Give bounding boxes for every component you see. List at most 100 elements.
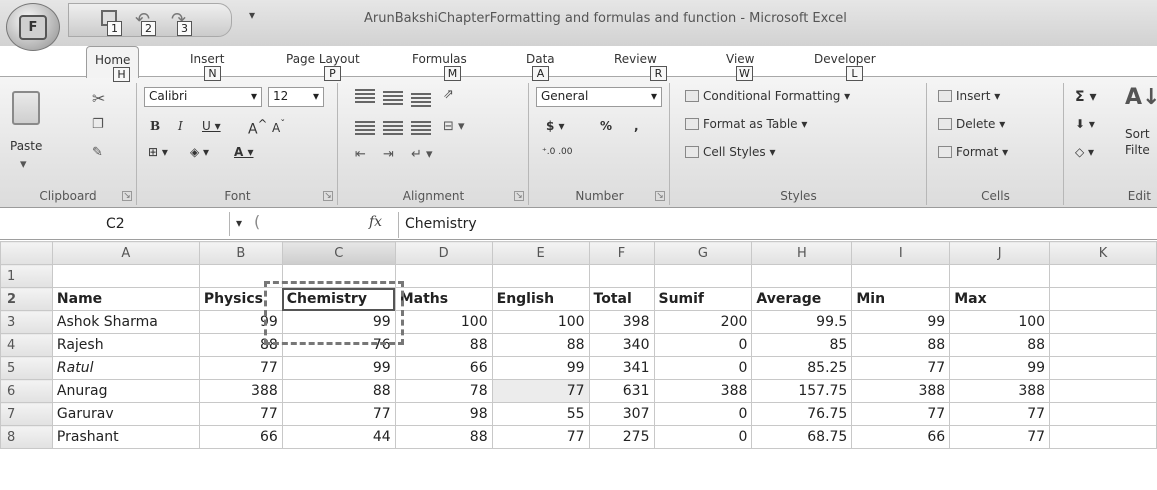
cell-J4[interactable]: 88 [949, 333, 1051, 357]
cell-C2[interactable]: Chemistry [281, 287, 396, 311]
cell-styles-button[interactable]: Cell Styles ▾ [685, 145, 775, 159]
align-bottom-icon[interactable] [411, 93, 431, 107]
cell-H2[interactable]: Average [751, 287, 853, 311]
cell-K6[interactable] [1049, 379, 1157, 403]
cell-C5[interactable]: 99 [281, 356, 396, 380]
cell-C8[interactable]: 44 [281, 425, 396, 449]
cell-F7[interactable]: 307 [588, 402, 655, 426]
cell-K4[interactable] [1049, 333, 1157, 357]
cell-E4[interactable]: 88 [491, 333, 590, 357]
format-painter-icon[interactable]: ✎ [92, 145, 103, 160]
percent-button[interactable]: % [600, 119, 612, 133]
font-launcher-icon[interactable]: ↘ [323, 191, 333, 201]
cell-G7[interactable]: 0 [653, 402, 753, 426]
comma-button[interactable]: , [634, 119, 639, 133]
cell-K8[interactable] [1049, 425, 1157, 449]
tab-developer[interactable]: Developer L [814, 52, 876, 81]
save-button[interactable]: 1 [97, 7, 122, 36]
cell-G1[interactable] [653, 264, 753, 288]
cell-I5[interactable]: 77 [851, 356, 951, 380]
row-header[interactable]: 4 [0, 333, 53, 357]
cell-C7[interactable]: 77 [281, 402, 396, 426]
row-header[interactable]: 2 [0, 287, 53, 311]
name-box[interactable]: C2 ▾ [0, 212, 242, 236]
conditional-formatting-button[interactable]: Conditional Formatting ▾ [685, 89, 850, 103]
sort-filter-icon[interactable]: A↓ [1125, 85, 1157, 110]
cell-H7[interactable]: 76.75 [751, 402, 853, 426]
cell-I2[interactable]: Min [851, 287, 951, 311]
cell-K1[interactable] [1049, 264, 1157, 288]
row-header[interactable]: 1 [0, 264, 53, 288]
cell-A7[interactable]: Garurav [51, 402, 200, 426]
row-header[interactable]: 3 [0, 310, 53, 334]
cell-D2[interactable]: Maths [394, 287, 493, 311]
currency-button[interactable]: $ ▾ [546, 119, 565, 133]
align-right-icon[interactable] [411, 121, 431, 135]
undo-button[interactable]: ↶ 2 [131, 7, 156, 36]
decrease-indent-icon[interactable]: ⇤ [355, 147, 366, 162]
column-header[interactable]: I [851, 241, 951, 265]
cell-I8[interactable]: 66 [851, 425, 951, 449]
cell-I4[interactable]: 88 [851, 333, 951, 357]
cell-E8[interactable]: 77 [491, 425, 590, 449]
clear-button[interactable]: ◇ ▾ [1075, 145, 1094, 159]
cell-B2[interactable]: Physics [198, 287, 283, 311]
format-as-table-button[interactable]: Format as Table ▾ [685, 117, 807, 131]
column-header[interactable]: B [198, 241, 283, 265]
cell-E1[interactable] [491, 264, 590, 288]
cell-K2[interactable] [1049, 287, 1157, 311]
cell-B8[interactable]: 66 [198, 425, 283, 449]
formula-input[interactable]: Chemistry [398, 212, 1157, 238]
column-header[interactable]: C [281, 241, 396, 265]
cell-E3[interactable]: 100 [491, 310, 590, 334]
cell-B3[interactable]: 99 [198, 310, 283, 334]
cell-J3[interactable]: 100 [949, 310, 1051, 334]
cell-E2[interactable]: English [491, 287, 590, 311]
shrink-font-button[interactable]: Aˇ [272, 119, 285, 135]
wrap-text-icon[interactable]: ↵ ▾ [411, 147, 433, 162]
cell-C3[interactable]: 99 [281, 310, 396, 334]
cell-F3[interactable]: 398 [588, 310, 655, 334]
row-header[interactable]: 5 [0, 356, 53, 380]
grow-font-button[interactable]: A^ [248, 117, 267, 138]
increase-decimal-button[interactable]: ⁺.0 .00 [542, 147, 573, 157]
cell-D6[interactable]: 78 [394, 379, 493, 403]
autosum-button[interactable]: Σ ▾ [1075, 89, 1096, 105]
cell-I3[interactable]: 99 [851, 310, 951, 334]
cell-H3[interactable]: 99.5 [751, 310, 853, 334]
cell-A2[interactable]: Name [51, 287, 200, 311]
cell-H6[interactable]: 157.75 [751, 379, 853, 403]
cell-D5[interactable]: 66 [394, 356, 493, 380]
italic-button[interactable]: I [178, 119, 183, 133]
cell-A4[interactable]: Rajesh [51, 333, 200, 357]
align-top-icon[interactable] [355, 89, 375, 103]
cell-E7[interactable]: 55 [491, 402, 590, 426]
cell-E5[interactable]: 99 [491, 356, 590, 380]
cell-B1[interactable] [198, 264, 283, 288]
fill-color-button[interactable]: ◈ ▾ [190, 145, 209, 159]
insert-cells-button[interactable]: Insert ▾ [938, 89, 1000, 103]
tab-view[interactable]: View W [726, 52, 754, 81]
cut-icon[interactable]: ✂ [92, 89, 105, 108]
cell-I7[interactable]: 77 [851, 402, 951, 426]
underline-button[interactable]: U ▾ [202, 119, 221, 133]
cell-H8[interactable]: 68.75 [751, 425, 853, 449]
alignment-launcher-icon[interactable]: ↘ [514, 191, 524, 201]
cell-B5[interactable]: 77 [198, 356, 283, 380]
cell-D3[interactable]: 100 [394, 310, 493, 334]
cell-D4[interactable]: 88 [394, 333, 493, 357]
align-left-icon[interactable] [355, 121, 375, 135]
cell-J1[interactable] [949, 264, 1051, 288]
merge-center-icon[interactable]: ⊟ ▾ [443, 119, 465, 134]
row-header[interactable]: 8 [0, 425, 53, 449]
format-cells-button[interactable]: Format ▾ [938, 145, 1008, 159]
column-header[interactable]: K [1049, 241, 1157, 265]
cell-J8[interactable]: 77 [949, 425, 1051, 449]
cell-D1[interactable] [394, 264, 493, 288]
tab-formulas[interactable]: Formulas M [412, 52, 467, 81]
cell-I6[interactable]: 388 [851, 379, 951, 403]
font-size-input[interactable]: 12 ▾ [268, 87, 324, 107]
customize-qat-icon[interactable]: ▾ [249, 8, 255, 22]
cell-F5[interactable]: 341 [588, 356, 655, 380]
cell-G4[interactable]: 0 [653, 333, 753, 357]
